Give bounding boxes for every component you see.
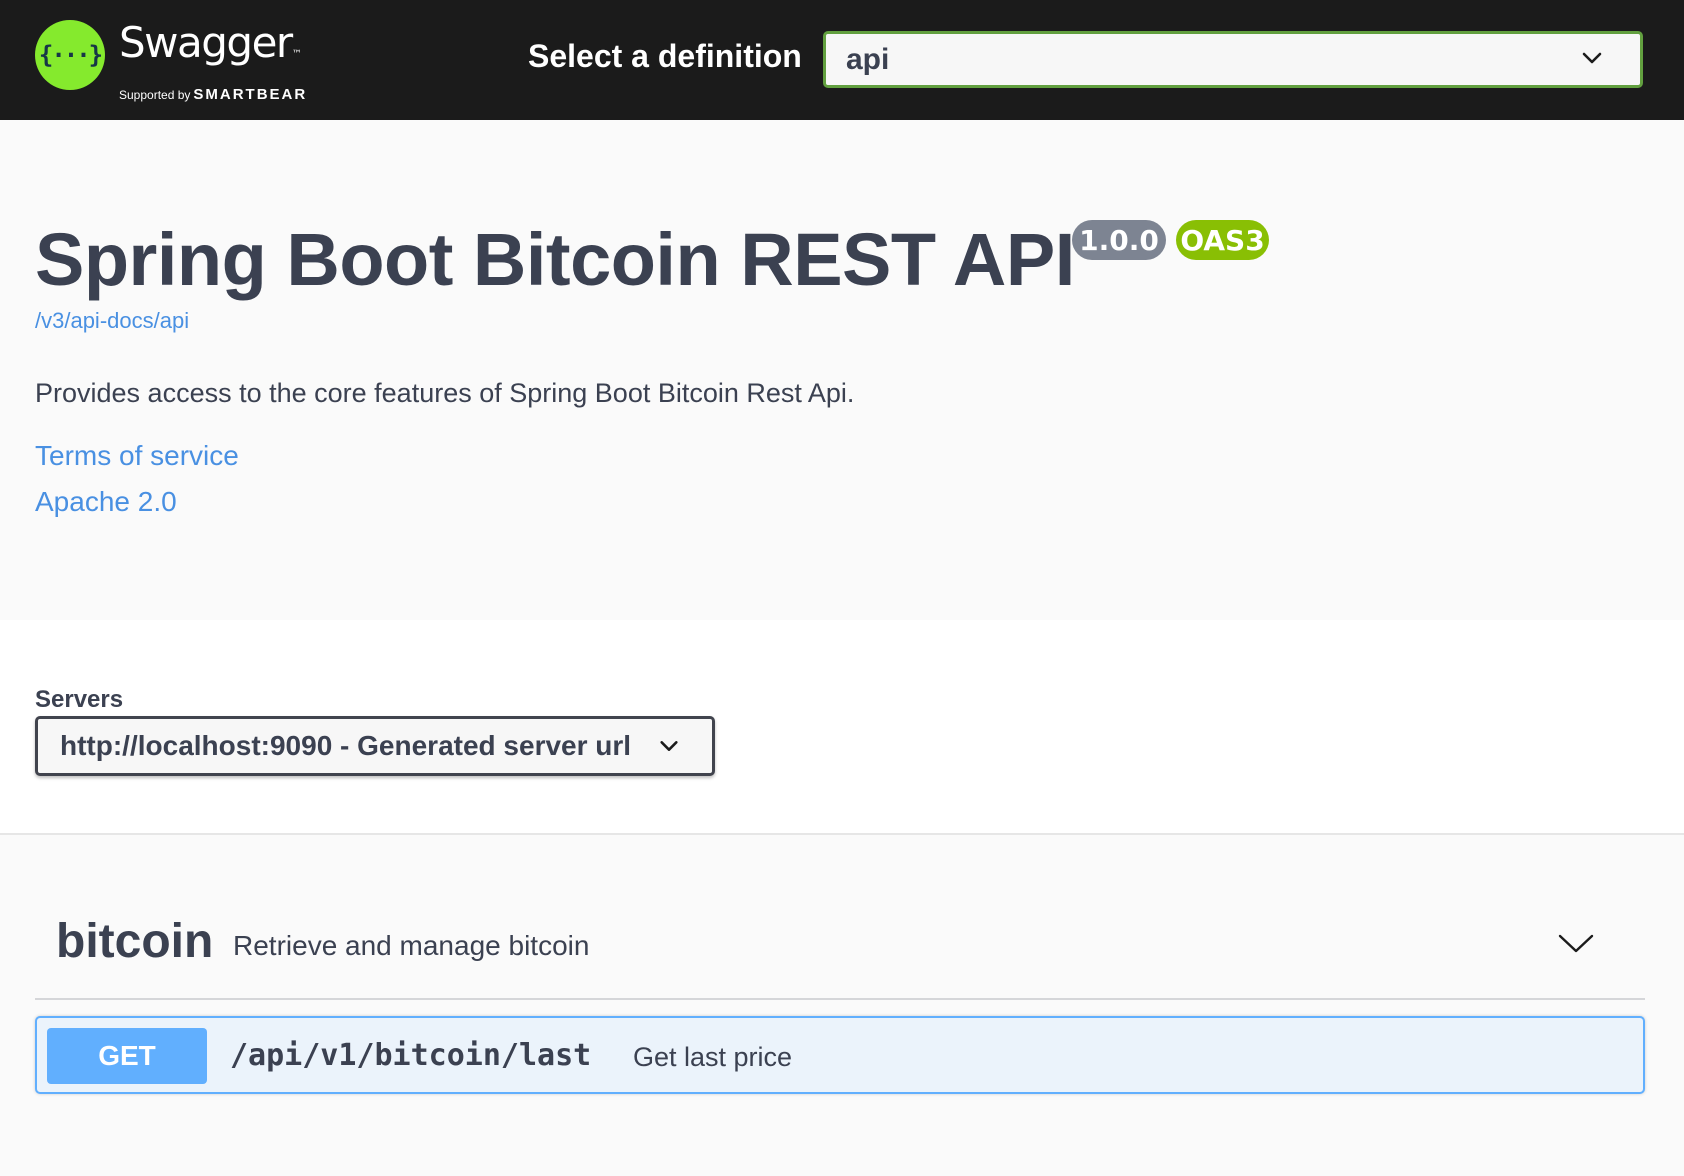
definition-select-value: api: [846, 42, 890, 76]
smartbear-brand: SMARTBEAR: [193, 86, 308, 103]
chevron-down-icon[interactable]: [1557, 924, 1595, 962]
logo-name: Swagger™: [119, 20, 307, 78]
tag-name: bitcoin: [56, 915, 214, 968]
swagger-logo-icon: {···}: [35, 20, 105, 90]
method-badge-get: GET: [47, 1028, 207, 1084]
api-docs-link[interactable]: /v3/api-docs/api: [35, 308, 189, 334]
api-title: Spring Boot Bitcoin REST API: [35, 218, 1075, 301]
oas-badge: OAS3: [1176, 220, 1269, 260]
definition-label: Select a definition: [528, 38, 802, 74]
operation-summary: Get last price: [633, 1042, 793, 1072]
version-badge: 1.0.0: [1072, 220, 1166, 260]
logo-name-text: Swagger: [119, 18, 293, 67]
swagger-logo[interactable]: {···} Swagger™ Supported by SMARTBEAR: [35, 20, 307, 104]
info-section: Spring Boot Bitcoin REST API 1.0.0 OAS3 …: [0, 120, 1684, 620]
servers-section: Servers http://localhost:9090 - Generate…: [0, 620, 1684, 835]
logo-glyph: {···}: [38, 41, 103, 69]
api-description: Provides access to the core features of …: [35, 378, 855, 408]
servers-label: Servers: [35, 686, 124, 713]
operation-path: /api/v1/bitcoin/last: [230, 1038, 592, 1073]
license-link[interactable]: Apache 2.0: [35, 486, 177, 518]
definition-select[interactable]: api: [823, 31, 1643, 88]
operations-section: bitcoin Retrieve and manage bitcoin GET …: [0, 835, 1684, 1176]
servers-select[interactable]: http://localhost:9090 - Generated server…: [35, 716, 715, 776]
operation-get-bitcoin-last[interactable]: GET /api/v1/bitcoin/last Get last price: [35, 1016, 1645, 1094]
supported-by-text: Supported by: [119, 88, 191, 102]
terms-of-service-link[interactable]: Terms of service: [35, 440, 239, 472]
topbar: {···} Swagger™ Supported by SMARTBEAR Sel…: [0, 0, 1684, 120]
logo-tm: ™: [291, 49, 302, 60]
logo-text: Swagger™ Supported by SMARTBEAR: [119, 20, 307, 104]
tag-header-bitcoin[interactable]: bitcoin Retrieve and manage bitcoin: [35, 880, 1645, 1000]
tag-description: Retrieve and manage bitcoin: [233, 930, 590, 961]
chevron-down-icon: [660, 741, 678, 751]
servers-select-value: http://localhost:9090 - Generated server…: [60, 730, 632, 761]
logo-supported-by: Supported by SMARTBEAR: [119, 86, 307, 103]
chevron-down-icon: [1582, 52, 1602, 64]
